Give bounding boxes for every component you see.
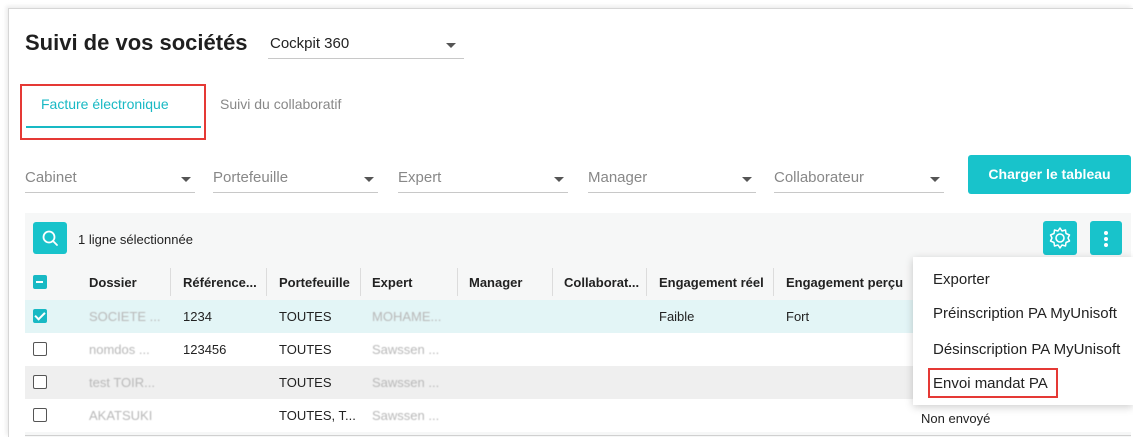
selection-count: 1 ligne sélectionnée: [78, 232, 193, 247]
row-checkbox[interactable]: [33, 408, 47, 422]
menu-highlight-box: [928, 368, 1058, 398]
cell-engagement-percu: Fort: [786, 309, 810, 324]
column-separator[interactable]: [266, 268, 267, 296]
col-header-engagement-percu[interactable]: Engagement perçu: [786, 275, 903, 290]
more-vertical-icon-dot: [1104, 237, 1108, 241]
filter-collaborateur[interactable]: Collaborateur: [774, 163, 944, 193]
cell-dossier: test TOIR...: [89, 375, 155, 390]
filter-portefeuille-label: Portefeuille: [213, 169, 289, 186]
cell-portefeuille: TOUTES: [279, 375, 332, 390]
page-title: Suivi de vos sociétés: [25, 30, 248, 55]
column-separator[interactable]: [773, 268, 774, 296]
col-header-dossier[interactable]: Dossier: [89, 275, 137, 290]
tab-facture-electronique[interactable]: Facture électronique: [41, 96, 169, 112]
cell-engagement-reel: Faible: [659, 309, 695, 324]
table-bottom-border: [25, 435, 1131, 436]
row-checkbox[interactable]: [33, 309, 47, 323]
col-header-reference[interactable]: Référence...: [183, 275, 257, 290]
column-separator[interactable]: [170, 268, 171, 296]
filter-cabinet-label: Cabinet: [25, 169, 77, 186]
menu-item-desinscription[interactable]: Désinscription PA MyUnisoft: [933, 341, 1120, 358]
col-header-collaborateur[interactable]: Collaborat...: [564, 275, 639, 290]
load-table-button[interactable]: Charger le tableau: [968, 155, 1131, 194]
menu-item-exporter[interactable]: Exporter: [933, 271, 990, 288]
more-vertical-icon: [1104, 231, 1108, 235]
search-button[interactable]: [33, 222, 67, 254]
more-vertical-icon-dot: [1104, 243, 1108, 247]
chevron-down-icon: [554, 177, 564, 182]
column-separator[interactable]: [646, 268, 647, 296]
filter-cabinet[interactable]: Cabinet: [25, 163, 195, 193]
row-checkbox[interactable]: [33, 375, 47, 389]
tab-suivi-collaboratif[interactable]: Suivi du collaboratif: [220, 96, 341, 112]
col-header-expert[interactable]: Expert: [372, 275, 412, 290]
cell-portefeuille: TOUTES, T...: [279, 408, 356, 423]
active-tab-indicator: [26, 126, 201, 128]
menu-item-preinscription[interactable]: Préinscription PA MyUnisoft: [933, 305, 1117, 322]
search-icon: [42, 230, 58, 246]
chevron-down-icon: [446, 43, 456, 48]
tab-highlight-box: [20, 84, 206, 140]
cell-dossier: AKATSUKI: [89, 408, 153, 423]
row-checkbox[interactable]: [33, 342, 47, 356]
view-select-value: Cockpit 360: [270, 35, 350, 52]
more-actions-button[interactable]: [1090, 221, 1122, 255]
chevron-down-icon: [364, 177, 374, 182]
cell-expert: Sawssen ...: [372, 408, 440, 423]
view-select[interactable]: Cockpit 360: [268, 33, 464, 59]
chevron-down-icon: [742, 177, 752, 182]
column-separator[interactable]: [360, 268, 361, 296]
column-separator[interactable]: [552, 268, 553, 296]
filter-manager[interactable]: Manager: [588, 163, 756, 193]
settings-button[interactable]: [1043, 221, 1077, 255]
col-header-manager[interactable]: Manager: [469, 275, 522, 290]
col-header-portefeuille[interactable]: Portefeuille: [279, 275, 350, 290]
chevron-down-icon: [930, 177, 940, 182]
filter-manager-label: Manager: [588, 169, 648, 186]
cell-portefeuille: TOUTES: [279, 309, 332, 324]
cell-reference: 1234: [183, 309, 212, 324]
gear-icon: [1049, 227, 1071, 249]
cell-expert: Sawssen ...: [372, 342, 440, 357]
column-separator[interactable]: [457, 268, 458, 296]
col-header-engagement-reel[interactable]: Engagement réel: [659, 275, 764, 290]
cell-expert: Sawssen ...: [372, 375, 440, 390]
filter-portefeuille[interactable]: Portefeuille: [213, 163, 378, 193]
chevron-down-icon: [181, 177, 191, 182]
cell-dossier: nomdos ...: [89, 342, 150, 357]
cell-status: Non envoyé: [921, 411, 991, 426]
filter-collaborateur-label: Collaborateur: [774, 169, 865, 186]
filter-expert[interactable]: Expert: [398, 163, 568, 193]
cell-reference: 123456: [183, 342, 227, 357]
filter-expert-label: Expert: [398, 169, 442, 186]
cell-expert: MOHAME...: [372, 309, 442, 324]
cell-dossier: SOCIETE ...: [89, 309, 161, 324]
select-all-checkbox[interactable]: [33, 275, 47, 289]
cell-portefeuille: TOUTES: [279, 342, 332, 357]
